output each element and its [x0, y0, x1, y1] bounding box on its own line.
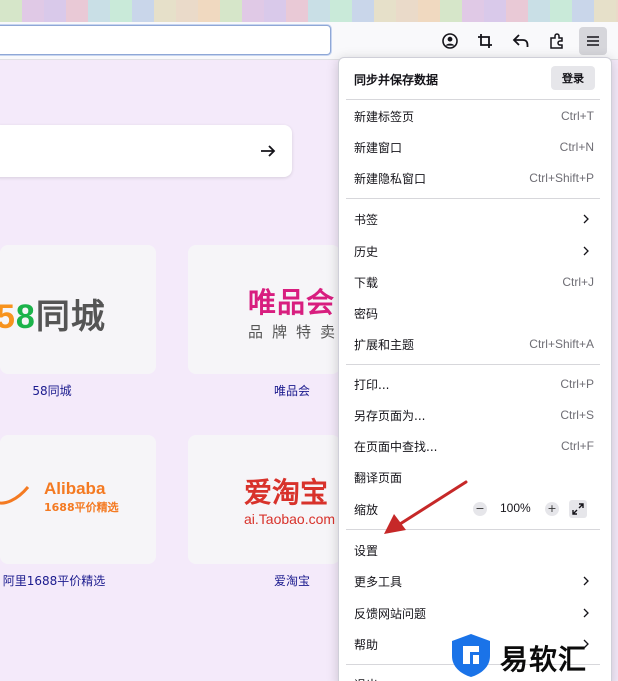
menu-item-find[interactable]: 在页面中查找... Ctrl+F	[339, 432, 613, 460]
mosaic-tile	[594, 0, 616, 22]
watermark-text: 易软汇	[500, 643, 588, 676]
shortcut-label: 阿里1688平价精选	[2, 574, 106, 588]
shortcut-tile-vip[interactable]: 唯品会 品牌特卖	[188, 245, 340, 374]
mosaic-tile	[550, 0, 572, 22]
fullscreen-icon	[572, 503, 584, 515]
alibaba-swoosh-icon	[0, 486, 30, 505]
menu-separator	[346, 364, 600, 365]
chevron-right-icon	[583, 214, 589, 224]
undo-icon	[512, 34, 529, 47]
shortcut-tile-58[interactable]: 58同城	[0, 245, 156, 374]
mosaic-tile	[484, 0, 506, 22]
mosaic-tile	[220, 0, 242, 22]
menu-item-zoom: 缩放 − 100% +	[339, 495, 613, 523]
mosaic-tile	[110, 0, 132, 22]
mosaic-tile	[440, 0, 462, 22]
sync-title: 同步并保存数据	[354, 73, 439, 87]
menu-item-new-tab[interactable]: 新建标签页 Ctrl+T	[339, 102, 613, 130]
mosaic-tile	[506, 0, 528, 22]
login-button[interactable]: 登录	[551, 66, 595, 90]
mosaic-tile	[242, 0, 264, 22]
menu-item-print[interactable]: 打印... Ctrl+P	[339, 370, 613, 398]
watermark-shield-icon	[452, 634, 490, 677]
mosaic-tile	[352, 0, 374, 22]
mosaic-tile	[572, 0, 594, 22]
mosaic-tile	[308, 0, 330, 22]
mosaic-tile	[154, 0, 176, 22]
mosaic-tile	[374, 0, 396, 22]
mosaic-tile	[286, 0, 308, 22]
mosaic-tile	[88, 0, 110, 22]
mosaic-tile	[396, 0, 418, 22]
taobao-logo: 爱淘宝 ai.Taobao.com	[244, 476, 336, 527]
zoom-controls: − 100% +	[473, 495, 613, 523]
account-button[interactable]	[436, 27, 464, 55]
zoom-out-button[interactable]: −	[473, 502, 487, 516]
undo-button[interactable]	[507, 27, 535, 55]
menu-item-private-window[interactable]: 新建隐私窗口 Ctrl+Shift+P	[339, 164, 613, 192]
shortcut-label: 58同城	[32, 384, 72, 398]
menu-item-downloads[interactable]: 下载 Ctrl+J	[339, 268, 613, 296]
menu-item-more-tools[interactable]: 更多工具	[339, 567, 613, 595]
navigation-toolbar	[0, 22, 618, 60]
vip-logo: 唯品会 品牌特卖	[248, 286, 340, 341]
menu-item-addons[interactable]: 扩展和主题 Ctrl+Shift+A	[339, 330, 613, 358]
app-menu-panel: 同步并保存数据 登录 新建标签页 Ctrl+T 新建窗口 Ctrl+N 新建隐私…	[338, 57, 612, 681]
menu-item-save-as[interactable]: 另存页面为... Ctrl+S	[339, 401, 613, 429]
app-menu-button[interactable]	[579, 27, 607, 55]
watermark-logo: 易软汇	[448, 630, 618, 680]
chevron-right-icon	[583, 246, 589, 256]
sync-header: 同步并保存数据 登录	[339, 58, 613, 98]
mosaic-tile	[44, 0, 66, 22]
menu-item-settings[interactable]: 设置	[339, 536, 613, 564]
mosaic-tile	[330, 0, 352, 22]
account-icon	[442, 33, 458, 49]
extensions-button[interactable]	[543, 27, 571, 55]
screenshot-icon	[478, 34, 492, 48]
url-bar[interactable]	[0, 25, 331, 55]
menu-separator	[346, 198, 600, 199]
menu-icon	[587, 36, 599, 46]
zoom-in-button[interactable]: +	[545, 502, 559, 516]
screenshot-button[interactable]	[471, 27, 499, 55]
zoom-level[interactable]: 100%	[500, 501, 531, 515]
title-bar	[0, 0, 618, 22]
chevron-right-icon	[583, 608, 589, 618]
fullscreen-button[interactable]	[569, 500, 587, 518]
newtab-search-box[interactable]	[0, 125, 292, 177]
mosaic-tile	[198, 0, 220, 22]
shortcut-tile-taobao[interactable]: 爱淘宝 ai.Taobao.com	[188, 435, 340, 564]
mosaic-tile	[418, 0, 440, 22]
menu-item-history[interactable]: 历史	[339, 237, 613, 265]
mosaic-tile	[66, 0, 88, 22]
arrow-right-icon[interactable]	[258, 141, 278, 161]
mosaic-tile	[264, 0, 286, 22]
menu-item-report-site[interactable]: 反馈网站问题	[339, 599, 613, 627]
menu-item-new-window[interactable]: 新建窗口 Ctrl+N	[339, 133, 613, 161]
extensions-icon	[550, 33, 563, 49]
menu-item-passwords[interactable]: 密码	[339, 299, 613, 327]
mosaic-tile	[528, 0, 550, 22]
shortcut-tile-alibaba[interactable]: Alibaba 1688平价精选	[0, 435, 156, 564]
mosaic-tile	[462, 0, 484, 22]
menu-separator	[346, 529, 600, 530]
58-logo: 58同城	[0, 298, 106, 336]
chevron-right-icon	[583, 576, 589, 586]
menu-item-translate[interactable]: 翻译页面	[339, 463, 613, 491]
menu-item-bookmarks[interactable]: 书签	[339, 205, 613, 233]
mosaic-tile	[22, 0, 44, 22]
mosaic-tile	[132, 0, 154, 22]
mosaic-tile	[0, 0, 22, 22]
menu-separator	[346, 99, 600, 100]
mosaic-tile	[176, 0, 198, 22]
